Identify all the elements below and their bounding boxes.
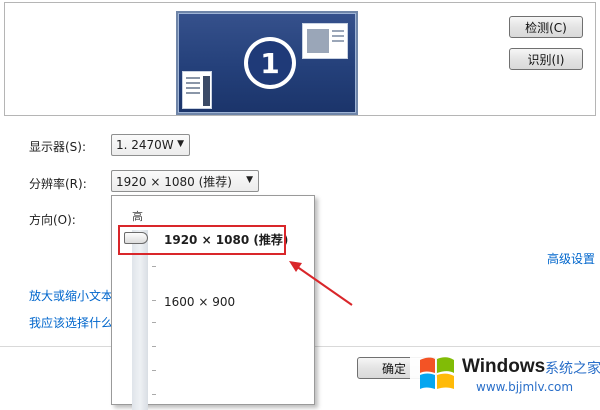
advanced-settings-link[interactable]: 高级设置 — [547, 250, 595, 267]
watermark-logo: Windows 系统之家 www.bjjmlv.com — [410, 348, 600, 400]
identify-button[interactable]: 识别(I) — [509, 48, 583, 70]
display-select-value: 1. 2470W — [116, 138, 174, 152]
highlight-box — [118, 225, 286, 255]
windows-flag-icon — [420, 357, 454, 389]
slider-tick — [152, 370, 156, 371]
detect-button[interactable]: 检测(C) — [509, 16, 583, 38]
orientation-label: 方向(O): — [29, 213, 76, 227]
monitor-1-tile[interactable]: 1 — [176, 11, 358, 115]
monitor-preview-panel: 1 — [4, 2, 596, 116]
slider-tick — [152, 300, 156, 301]
slider-tick — [152, 322, 156, 323]
display-select[interactable]: 1. 2470W ▼ — [111, 134, 190, 156]
resolution-option[interactable]: 1600 × 900 — [164, 295, 235, 309]
resolution-label: 分辨率(R): — [29, 177, 87, 191]
document-thumbnail-icon — [182, 71, 212, 109]
slider-high-label: 高 — [132, 210, 143, 223]
resolution-select[interactable]: 1920 × 1080 (推荐) ▼ — [111, 170, 259, 192]
slider-tick — [152, 394, 156, 395]
monitor-number: 1 — [248, 41, 292, 85]
monitor-number-badge: 1 — [244, 37, 296, 89]
resolution-slider-track[interactable] — [132, 230, 148, 410]
watermark-subtitle: 系统之家 — [545, 361, 600, 377]
resolution-select-value: 1920 × 1080 (推荐) — [116, 174, 232, 189]
slider-tick — [152, 266, 156, 267]
chevron-down-icon: ▼ — [246, 175, 253, 185]
watermark-url: www.bjjmlv.com — [476, 380, 574, 394]
text-size-link[interactable]: 放大或缩小文本 — [29, 287, 113, 304]
display-label: 显示器(S): — [29, 140, 87, 154]
which-settings-link[interactable]: 我应该选择什么 — [29, 314, 113, 331]
slider-tick — [152, 346, 156, 347]
chevron-down-icon: ▼ — [177, 139, 184, 149]
window-thumbnail-icon — [302, 23, 348, 59]
watermark-title: Windows — [462, 356, 546, 377]
